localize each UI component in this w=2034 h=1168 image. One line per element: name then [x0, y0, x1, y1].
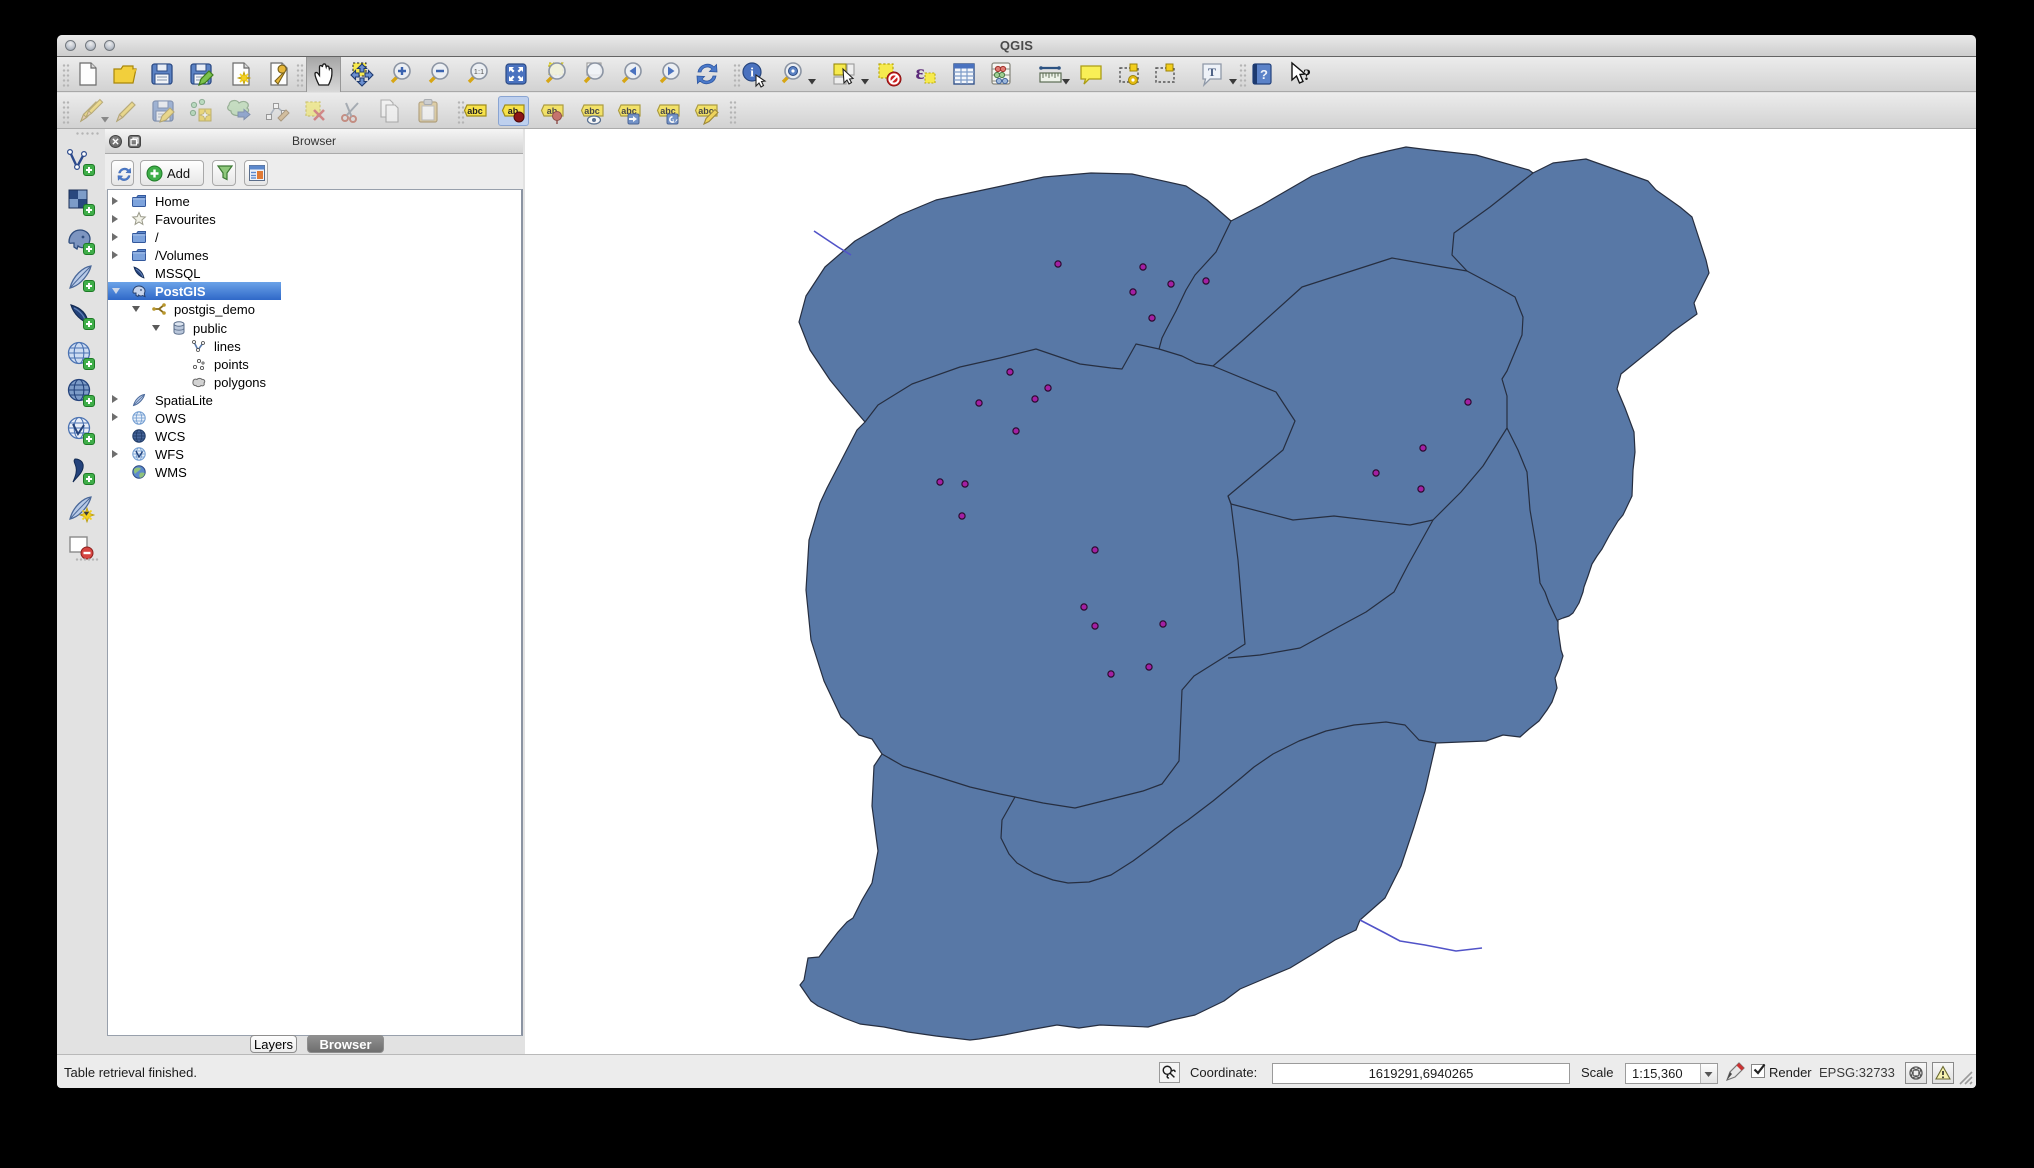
svg-text:1:1: 1:1	[474, 67, 484, 76]
svg-text:?: ?	[1260, 67, 1268, 82]
svg-text:abc: abc	[584, 106, 600, 116]
svg-text:T: T	[1208, 65, 1216, 79]
svg-text:ε: ε	[916, 60, 925, 84]
svg-text:i: i	[750, 65, 754, 80]
svg-text:?: ?	[1303, 67, 1311, 84]
svg-text:abc: abc	[467, 106, 483, 116]
